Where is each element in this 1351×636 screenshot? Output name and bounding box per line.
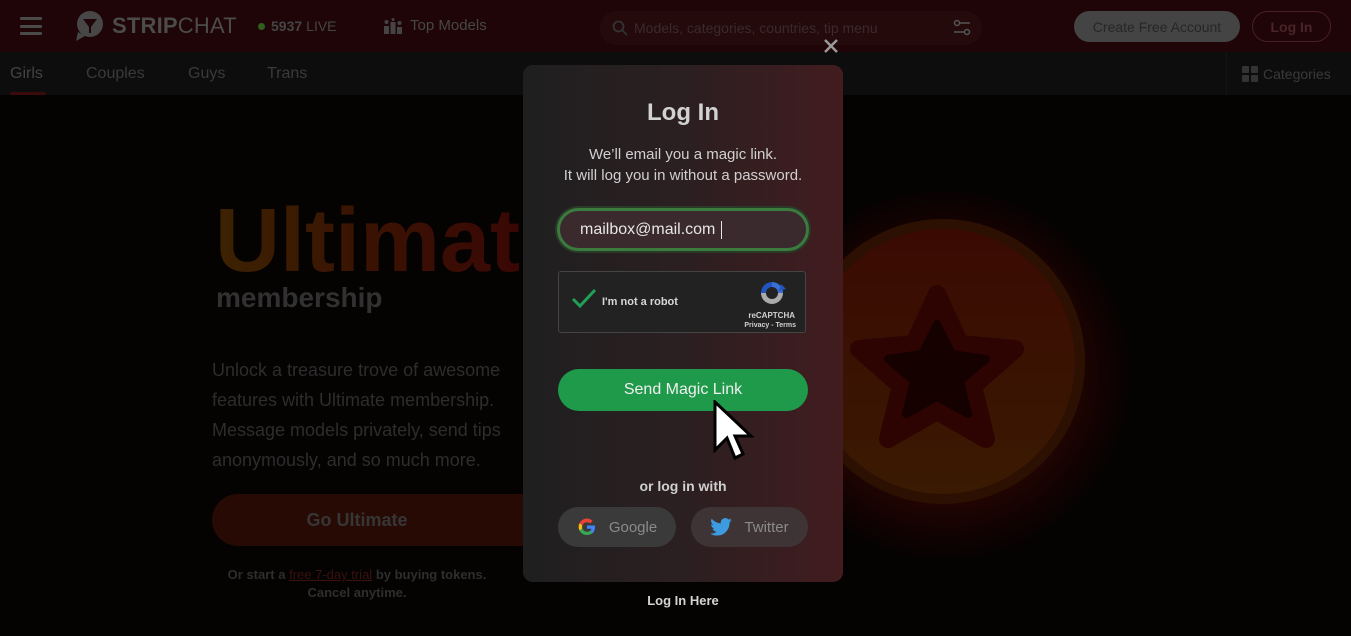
grid-icon [1242,65,1258,82]
google-login-button[interactable]: Google [558,507,676,547]
modal-description: We’ll email you a magic link. It will lo… [523,144,843,186]
google-icon [578,518,595,536]
logo-text: STRIPCHAT [112,13,237,38]
active-tab-indicator [10,92,46,95]
email-field[interactable] [557,208,809,251]
search-icon [612,20,628,36]
captcha-checkmark-icon[interactable] [571,288,597,310]
hero-description: Unlock a treasure trove of awesome featu… [212,360,501,470]
recaptcha-brand: reCAPTCHA [748,311,795,320]
live-label: LIVE [306,18,337,34]
go-ultimate-button[interactable]: Go Ultimate [212,494,572,546]
desc-line-2: It will log you in without a password. [563,167,803,184]
desc-line-1: We’ll email you a magic link. [588,146,778,163]
trial-prefix: Or start a [227,567,286,582]
ultimate-coin-image [810,229,1075,494]
trial-suffix: by buying tokens. [375,567,487,582]
categories-button[interactable]: Categories [1226,52,1351,95]
modal-title: Log In [647,99,719,126]
email-input[interactable] [580,220,722,239]
page: STRIPCHAT 5937 LIVE Top Models Create Fr… [0,0,1351,636]
text-caret [721,220,722,239]
menu-icon[interactable] [20,17,42,35]
or-login-with-text: or log in with [639,478,727,494]
recaptcha-logo-icon [761,282,786,304]
login-modal: Log In We’ll email you a magic link. It … [523,65,843,582]
trial-cancel: Cancel anytime. [307,585,407,600]
categories-label: Categories [1263,65,1331,82]
top-models-icon [384,17,402,34]
mouse-cursor-icon [713,400,755,461]
live-count: 5937 [271,18,303,34]
logo[interactable]: STRIPCHAT [74,10,237,42]
hero-title: Ultimate [215,191,571,291]
top-models-label: Top Models [410,17,487,34]
google-label: Google [608,518,658,536]
send-magic-link-button[interactable]: Send Magic Link [558,369,808,411]
live-counter[interactable]: 5937 LIVE [258,18,337,34]
header-login-button[interactable]: Log In [1252,11,1331,42]
twitter-icon [710,518,733,536]
recaptcha-links[interactable]: Privacy - Terms [744,322,796,329]
top-models-link[interactable]: Top Models [384,17,487,34]
login-here-link[interactable]: Log In Here [523,593,843,608]
filter-icon[interactable] [952,18,972,38]
close-icon[interactable] [822,37,840,55]
logo-icon [76,11,103,41]
create-account-button[interactable]: Create Free Account [1074,11,1240,42]
twitter-label: Twitter [744,518,789,536]
search-bar [600,11,982,45]
recaptcha-widget: I'm not a robot reCAPTCHA Privacy - Term… [558,271,806,333]
captcha-label: I'm not a robot [602,296,678,308]
star-icon [850,285,1024,448]
search-input[interactable] [634,20,934,36]
tab-couples[interactable]: Couples [86,65,145,83]
tab-trans[interactable]: Trans [267,65,307,83]
trial-text: Or start a free 7-day trial by buying to… [212,566,572,602]
tab-girls[interactable]: Girls [10,65,43,83]
top-header: STRIPCHAT 5937 LIVE Top Models Create Fr… [0,0,1351,52]
live-dot-icon [258,22,265,30]
tab-guys[interactable]: Guys [188,65,225,83]
free-trial-link[interactable]: free 7-day trial [289,567,372,582]
hero-subtitle: membership [216,282,383,313]
twitter-login-button[interactable]: Twitter [691,507,808,547]
